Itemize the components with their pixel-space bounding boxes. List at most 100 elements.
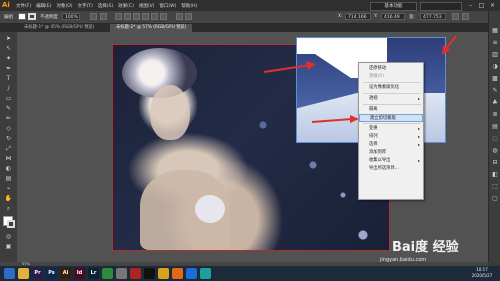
align-icon[interactable]: ⊟ xyxy=(491,159,499,167)
align-bottom-icon[interactable] xyxy=(160,13,167,20)
lightroom-icon[interactable]: Lr xyxy=(88,268,99,279)
tab-document-1[interactable]: 未标题-1* @ 45% (RGB/GPU 预览) xyxy=(18,24,100,32)
context-menu-item[interactable]: 隔离 xyxy=(359,106,423,114)
align-top-icon[interactable] xyxy=(142,13,149,20)
menu-item[interactable]: 选择(S) xyxy=(98,3,113,9)
eyedropper-tool-icon[interactable]: ⌁ xyxy=(3,184,14,193)
menu-item[interactable]: 对象(O) xyxy=(56,3,72,9)
x-field[interactable]: 714.166 xyxy=(345,13,371,20)
context-menu-item[interactable]: 收集以导出 ▸ xyxy=(359,157,423,165)
menu-item[interactable]: 文件(F) xyxy=(16,3,31,9)
screen-mode-icon[interactable]: ▣ xyxy=(3,242,14,251)
search-input[interactable] xyxy=(420,2,462,11)
context-menu-item[interactable]: 还原移动 xyxy=(359,65,423,73)
close-button[interactable]: × xyxy=(488,1,497,10)
opacity-field[interactable]: 100% xyxy=(62,13,80,20)
tab-document-2[interactable]: 未标题-2* @ 57% (RGB/GPU 预览) xyxy=(110,24,193,32)
swatches-icon[interactable]: ▩ xyxy=(491,75,499,83)
shape-builder-icon[interactable]: ◐ xyxy=(3,164,14,173)
scale-tool-icon[interactable]: ⤢ xyxy=(3,144,14,153)
chrome-icon[interactable] xyxy=(158,268,169,279)
align-middle-icon[interactable] xyxy=(151,13,158,20)
color-icon[interactable]: ◑ xyxy=(491,63,499,71)
width-tool-icon[interactable]: ⋈ xyxy=(3,154,14,163)
context-menu-item[interactable]: 排列 ▸ xyxy=(359,133,423,141)
drawing-mode-icon[interactable]: ◎ xyxy=(3,232,14,241)
app-green-icon[interactable] xyxy=(102,268,113,279)
submenu-arrow-icon: ▸ xyxy=(417,96,420,101)
menu-item[interactable]: 编辑(E) xyxy=(36,3,51,9)
align-right-icon[interactable] xyxy=(133,13,140,20)
hand-tool-icon[interactable]: ✋ xyxy=(3,194,14,203)
rectangle-tool-icon[interactable]: ▭ xyxy=(3,94,14,103)
indesign-icon[interactable]: Id xyxy=(74,268,85,279)
properties-icon[interactable]: ▦ xyxy=(491,27,499,35)
workspace-switcher[interactable]: 基本功能 xyxy=(370,2,417,11)
rotate-tool-icon[interactable]: ↻ xyxy=(3,134,14,143)
media-icon[interactable] xyxy=(116,268,127,279)
direct-selection-tool-icon[interactable]: ↖ xyxy=(3,44,14,53)
context-menu-item[interactable]: 导出所选项目... xyxy=(359,165,423,173)
selection-tool-icon[interactable]: ➤ xyxy=(3,34,14,43)
context-menu-item[interactable]: 透视 ▸ xyxy=(359,95,423,103)
windows-logo-icon[interactable] xyxy=(4,268,15,279)
stroke-swatch[interactable] xyxy=(28,13,36,20)
transparency-icon[interactable]: ◌ xyxy=(491,135,499,143)
style-icon[interactable] xyxy=(90,13,97,20)
menu-item[interactable]: 帮助(H) xyxy=(181,3,197,9)
context-menu-item[interactable]: 建立剪切蒙版 xyxy=(359,114,423,122)
gradient-icon[interactable]: ▤ xyxy=(491,123,499,131)
stroke-icon[interactable]: ≣ xyxy=(491,111,499,119)
context-menu-item[interactable]: 设为像素级优化 xyxy=(359,84,423,92)
pencil-tool-icon[interactable]: ✏ xyxy=(3,114,14,123)
zoom-tool-icon[interactable]: ⌕ xyxy=(3,204,14,213)
paintbrush-tool-icon[interactable]: ✎ xyxy=(3,104,14,113)
type-tool-icon[interactable]: T xyxy=(3,74,14,83)
brushes-icon[interactable]: ✎ xyxy=(491,87,499,95)
transform-panel-icon[interactable]: ⬚ xyxy=(491,183,499,191)
photoshop-icon[interactable]: Ps xyxy=(46,268,57,279)
minimize-button[interactable]: – xyxy=(466,1,475,10)
illustrator-icon[interactable]: Ai xyxy=(60,268,71,279)
app-blue-icon[interactable] xyxy=(186,268,197,279)
premiere-icon[interactable]: Pr xyxy=(32,268,43,279)
eraser-tool-icon[interactable]: ◇ xyxy=(3,124,14,133)
context-menu-item[interactable]: 变换 ▸ xyxy=(359,125,423,133)
transform-icon[interactable] xyxy=(185,13,192,20)
symbols-icon[interactable]: ♣ xyxy=(491,99,499,107)
recolor-icon[interactable] xyxy=(100,13,107,20)
menu-item[interactable]: 文字(T) xyxy=(78,3,93,9)
appearance-icon[interactable]: ◍ xyxy=(491,147,499,155)
red-arrow-2 xyxy=(311,115,359,123)
align-center-icon[interactable] xyxy=(124,13,131,20)
explorer-icon[interactable] xyxy=(18,268,29,279)
menu-item[interactable]: 视图(V) xyxy=(139,3,155,9)
y-field[interactable]: 416.49 xyxy=(381,13,405,20)
app-teal-icon[interactable] xyxy=(200,268,211,279)
context-menu-item[interactable]: 添加到库 xyxy=(359,149,423,157)
magic-wand-icon[interactable]: ✦ xyxy=(3,54,14,63)
align-left-icon[interactable] xyxy=(115,13,122,20)
more-options-icon[interactable] xyxy=(462,13,469,20)
artboards-icon[interactable]: ▢ xyxy=(491,195,499,203)
qq-icon[interactable] xyxy=(144,268,155,279)
width-field[interactable]: 477.753 xyxy=(420,13,446,20)
maximize-button[interactable]: □ xyxy=(477,1,486,10)
line-tool-icon[interactable]: / xyxy=(3,84,14,93)
app-orange-icon[interactable] xyxy=(172,268,183,279)
context-menu-item[interactable]: 重做(R) xyxy=(359,73,423,81)
context-menu-item[interactable]: 选择 ▸ xyxy=(359,141,423,149)
pathfinder-icon[interactable]: ◧ xyxy=(491,171,499,179)
app-red-icon[interactable] xyxy=(130,268,141,279)
pen-tool-icon[interactable]: ✒ xyxy=(3,64,14,73)
distribute-icon[interactable] xyxy=(176,13,183,20)
constrain-icon[interactable] xyxy=(452,13,459,20)
menu-item[interactable]: 效果(C) xyxy=(118,3,134,9)
layers-icon[interactable]: ≡ xyxy=(491,39,499,47)
menu-item[interactable]: 窗口(W) xyxy=(159,3,176,9)
fill-swatch[interactable] xyxy=(18,13,26,20)
stroke-color-swatch[interactable] xyxy=(7,220,15,228)
gradient-tool-icon[interactable]: ▤ xyxy=(3,174,14,183)
libraries-icon[interactable]: ▥ xyxy=(491,51,499,59)
tray-clock[interactable]: 10:17 2020/5/27 xyxy=(467,266,497,281)
